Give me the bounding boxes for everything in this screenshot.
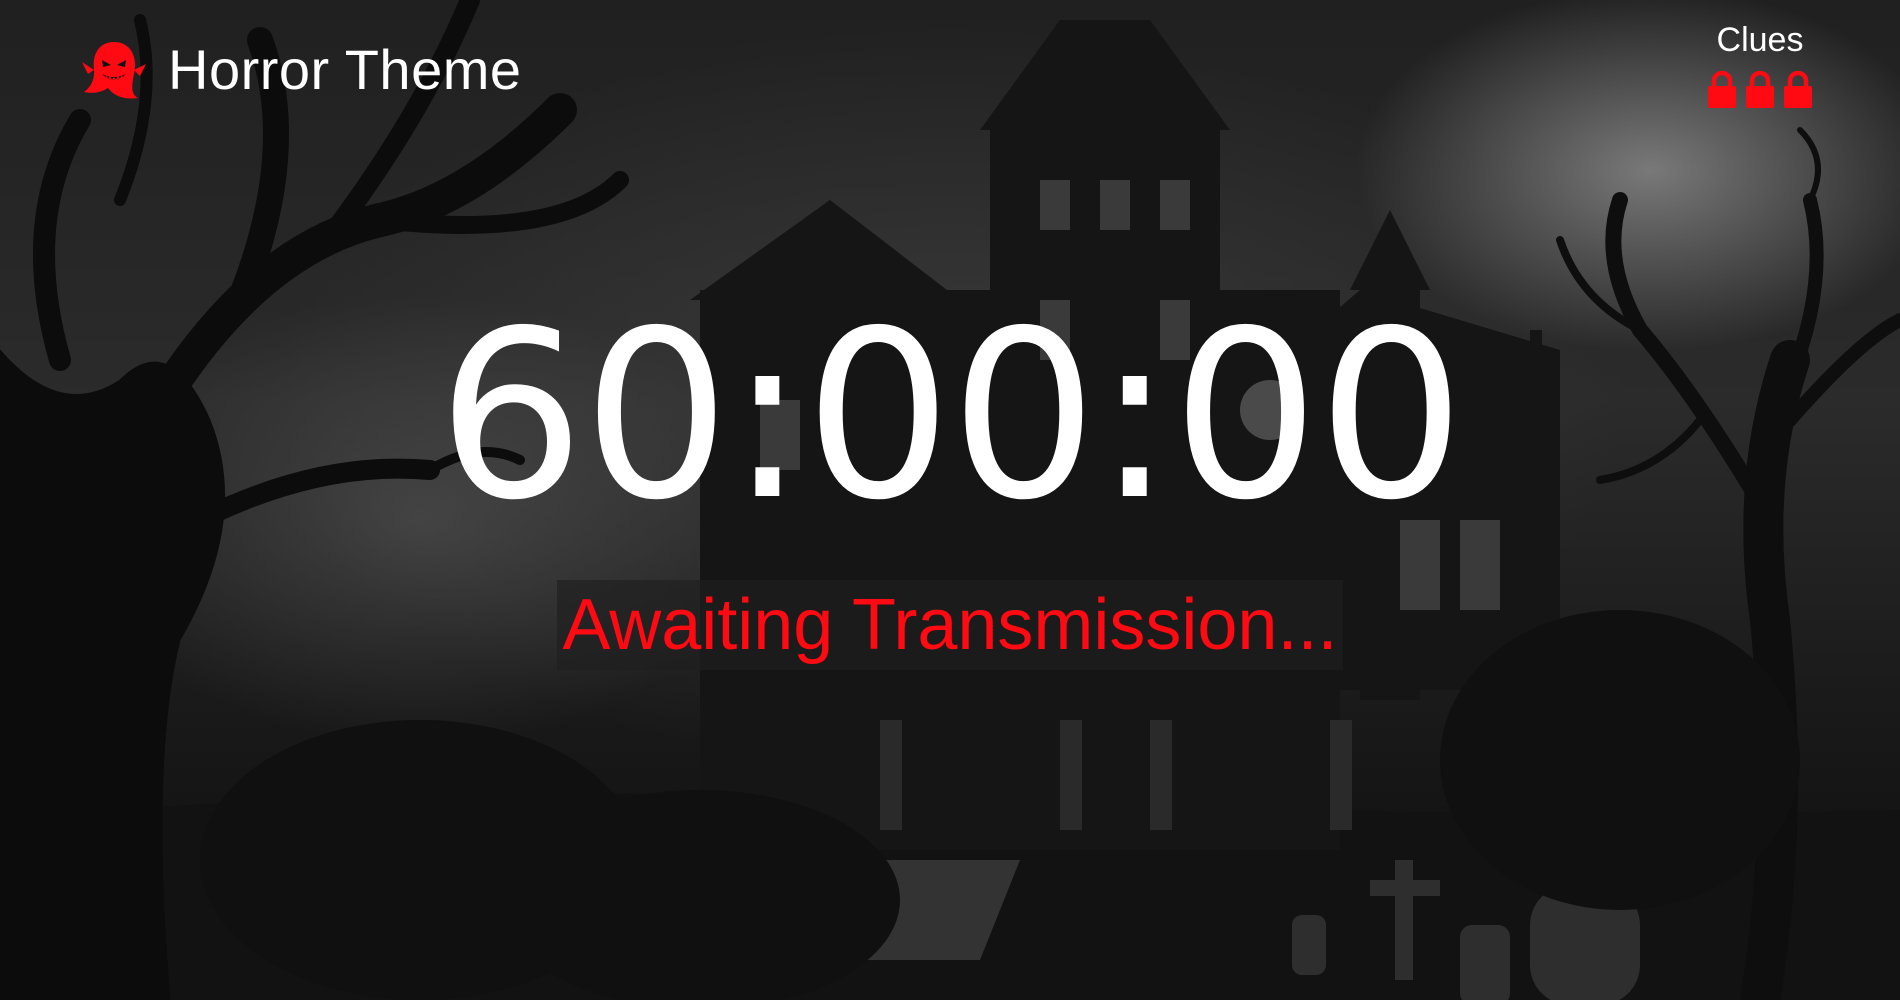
ghost-icon [82,42,146,99]
clues-label: Clues [1716,21,1804,59]
countdown-timer: 60:00:00 [437,281,1465,551]
lock-icon [1746,71,1774,109]
status-message: Awaiting Transmission... [556,580,1344,670]
lock-icon [1708,71,1736,109]
status-message-wrap: Awaiting Transmission... [0,580,1900,670]
theme-header: Horror Theme [80,36,522,104]
lock-icon [1784,71,1812,109]
theme-title: Horror Theme [168,38,522,101]
clues-panel: Clues [1700,21,1820,109]
room-display: Horror Theme Clues 60:00:00 Awaiting Tra… [0,0,1900,1000]
clue-locks [1700,69,1820,109]
